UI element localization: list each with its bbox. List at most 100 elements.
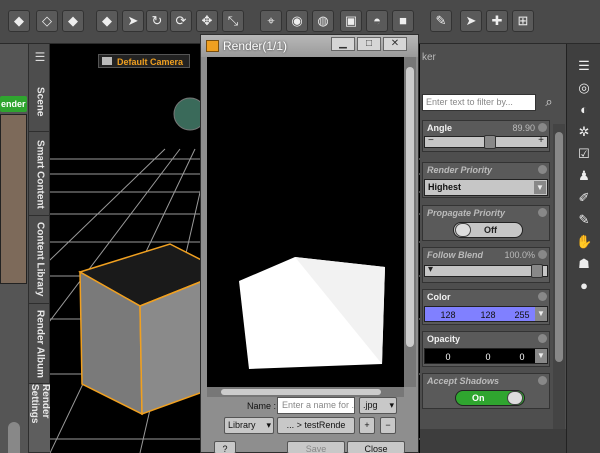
color-title: Color	[427, 292, 451, 302]
render-horizontal-scrollbar[interactable]	[207, 387, 404, 397]
rotate-icon[interactable]: ↻	[146, 10, 168, 32]
minimize-button[interactable]: ▁	[331, 37, 355, 51]
joint-editor-icon[interactable]: ✐	[576, 190, 592, 206]
remove-button[interactable]: −	[380, 417, 396, 434]
render-icon[interactable]: ◉	[286, 10, 308, 32]
render-priority-value: Highest	[428, 182, 462, 192]
maximize-button[interactable]: □	[357, 37, 381, 51]
move-icon[interactable]: ◆	[96, 10, 118, 32]
gizmo-icon[interactable]: ✚	[486, 10, 508, 32]
universe-icon[interactable]: ◆	[8, 10, 30, 32]
pane-menu-icon[interactable]: ☰	[576, 58, 592, 74]
tab-render-settings[interactable]: Render Settings	[29, 384, 51, 453]
opacity-red[interactable]: 0	[429, 349, 467, 365]
gear-icon[interactable]	[538, 165, 547, 174]
left-scrollbar[interactable]	[8, 422, 20, 453]
library-path-button[interactable]: ... > testRende	[277, 417, 355, 434]
angle-slider[interactable]: − +	[424, 135, 548, 149]
gear-icon[interactable]	[538, 334, 547, 343]
color-red[interactable]: 128	[429, 307, 467, 323]
horizontal-scroll-thumb[interactable]	[221, 389, 381, 395]
accept-shadows-toggle[interactable]: On	[455, 390, 525, 406]
color-blue[interactable]: 255	[509, 307, 535, 323]
close-button[interactable]: Close	[347, 441, 405, 453]
render-cube-image	[239, 257, 385, 369]
render-window-titlebar[interactable]: Render(1/1) ▁ □ ✕	[201, 35, 418, 57]
brush-icon[interactable]: ✎	[430, 10, 452, 32]
close-window-button[interactable]: ✕	[383, 37, 407, 51]
opacity-green[interactable]: 0	[469, 349, 507, 365]
scale-icon[interactable]: ⤡	[222, 10, 244, 32]
tab-smart-content[interactable]: Smart Content	[29, 134, 51, 216]
select-arrow-icon[interactable]: ➤	[122, 10, 144, 32]
node-select-icon[interactable]: ⌖	[260, 10, 282, 32]
angle-value[interactable]: 89.90	[512, 123, 535, 133]
render-priority-property: Render Priority Highest ▼	[422, 162, 550, 198]
parameters-scrollbar[interactable]	[553, 124, 565, 444]
propagate-priority-title: Propagate Priority	[427, 208, 506, 218]
tabs-menu-icon[interactable]: ☰	[29, 50, 51, 66]
tab-content-library[interactable]: Content Library	[29, 216, 51, 304]
arrow-icon[interactable]: ➤	[460, 10, 482, 32]
accept-shadows-property: Accept Shadows On	[422, 373, 550, 409]
color-swatch[interactable]: 128 128 255 ▼	[424, 306, 548, 322]
gear-icon[interactable]	[538, 123, 547, 132]
lights-settings-icon[interactable]: ✲	[576, 124, 592, 140]
filter-input[interactable]: Enter text to filter by...	[422, 94, 536, 111]
render-priority-select[interactable]: Highest ▼	[424, 179, 548, 196]
gear-icon[interactable]	[538, 292, 547, 301]
opacity-swatch[interactable]: 0 0 0 ▼	[424, 348, 548, 364]
lights-icon[interactable]: ◓	[366, 10, 388, 32]
angle-title: Angle	[427, 123, 453, 133]
surfaces-icon[interactable]: ◐	[576, 102, 592, 118]
chevron-down-icon[interactable]: ▼	[535, 349, 547, 363]
render-thumbnail[interactable]	[0, 114, 27, 284]
parameters-icon[interactable]: ◎	[576, 80, 592, 96]
gear-icon[interactable]	[538, 250, 547, 259]
gear-icon[interactable]	[538, 208, 547, 217]
scroll-thumb[interactable]	[555, 132, 563, 362]
gear-icon[interactable]	[538, 376, 547, 385]
chevron-down-icon[interactable]: ▼	[535, 307, 547, 321]
propagate-priority-toggle[interactable]: Off	[453, 222, 523, 238]
follow-blend-slider[interactable]: ▾	[424, 264, 548, 278]
format-select[interactable]: .jpg ▾	[359, 397, 397, 414]
library-select[interactable]: Library ▾	[224, 417, 274, 434]
search-icon[interactable]: ⌕	[541, 94, 557, 111]
plus-icon[interactable]: +	[538, 135, 544, 146]
vertical-scroll-thumb[interactable]	[406, 67, 414, 347]
environment-icon[interactable]: ●	[576, 278, 592, 294]
render-name-input[interactable]: Enter a name for ...	[277, 397, 355, 414]
geometry-editor-icon[interactable]: ☗	[576, 256, 592, 272]
name-label: Name :	[247, 401, 277, 411]
camera-selector[interactable]: Default Camera	[98, 54, 191, 68]
chevron-down-icon[interactable]: ▾	[428, 264, 433, 275]
cursor-icon[interactable]: ⟳	[170, 10, 192, 32]
color-green[interactable]: 128	[469, 307, 507, 323]
angle-slider-thumb[interactable]	[484, 135, 496, 149]
render-button[interactable]: ender	[0, 96, 27, 112]
opacity-blue[interactable]: 0	[509, 349, 535, 365]
figure-icon[interactable]: ◇	[36, 10, 58, 32]
posing-icon[interactable]: ♟	[576, 168, 592, 184]
add-button[interactable]: +	[359, 417, 375, 434]
follow-blend-value[interactable]: 100.0%	[504, 250, 535, 260]
translate-icon[interactable]: ✥	[196, 10, 218, 32]
tab-render-album[interactable]: Render Album	[29, 304, 51, 384]
spot-render-icon[interactable]: ◍	[312, 10, 334, 32]
follow-blend-slider-thumb[interactable]	[531, 264, 543, 278]
save-button[interactable]: Save	[287, 441, 345, 453]
minus-icon[interactable]: −	[428, 135, 434, 146]
render-window-title: Render(1/1)	[223, 39, 288, 53]
node-icon[interactable]: ◆	[62, 10, 84, 32]
render-vertical-scrollbar[interactable]	[404, 57, 416, 387]
propagate-priority-value: Off	[484, 225, 497, 235]
figure-setup-icon[interactable]: ✋	[576, 234, 592, 250]
iray-icon[interactable]: ▣	[340, 10, 362, 32]
shader-mixer-icon[interactable]: ☑	[576, 146, 592, 162]
more-icon[interactable]: ⊞	[512, 10, 534, 32]
tab-scene[interactable]: Scene	[29, 72, 51, 132]
shaders-icon[interactable]: ■	[392, 10, 414, 32]
property-hierarchy-icon[interactable]: ✎	[576, 212, 592, 228]
help-button[interactable]: ?	[214, 441, 236, 453]
